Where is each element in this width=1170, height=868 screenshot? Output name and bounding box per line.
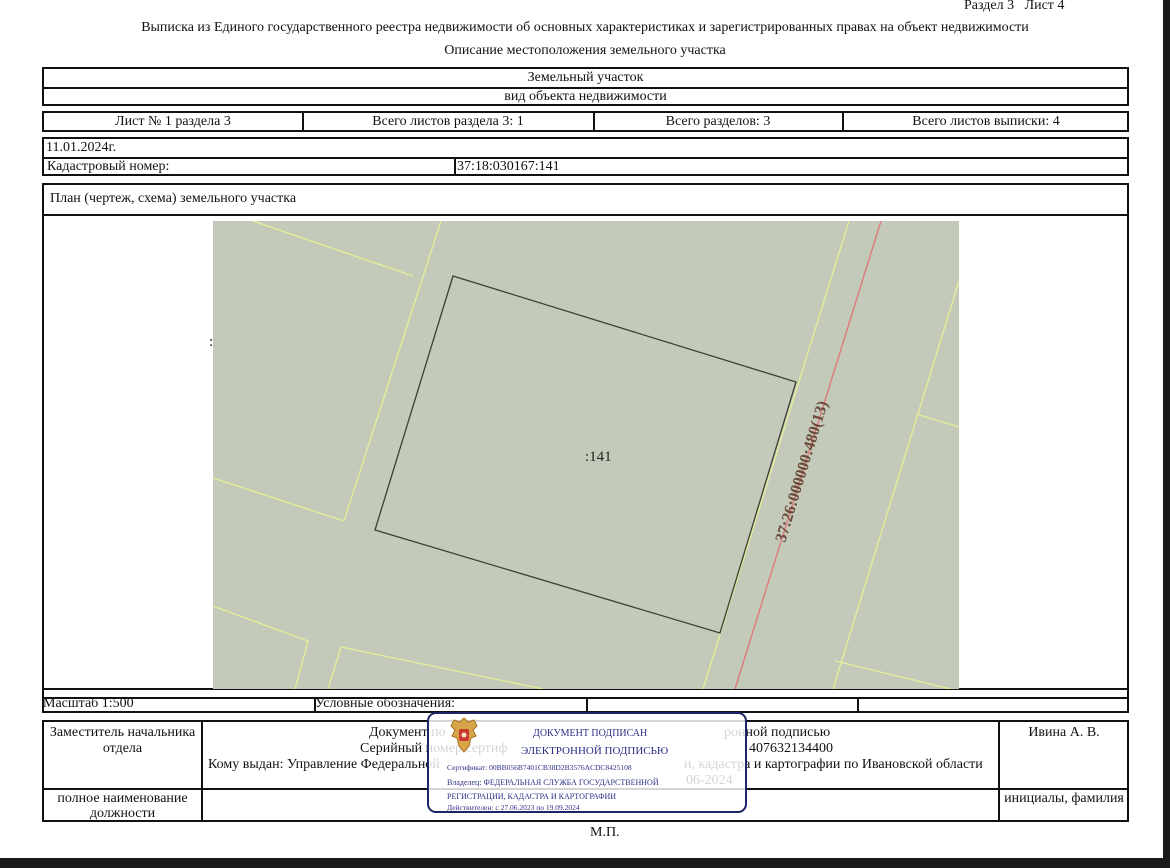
document-title: Выписка из Единого государственного реес…	[141, 20, 1029, 35]
extract-date: 11.01.2024г.	[46, 140, 117, 155]
position-title-line2: отдела	[102, 741, 143, 756]
stamp-owner-line2: РЕГИСТРАЦИИ, КАДАСТРА И КАРТОГРАФИИ	[447, 792, 617, 801]
stamp-owner: Владелец: ФЕДЕРАЛЬНАЯ СЛУЖБА ГОСУДАРСТВЕ…	[447, 778, 659, 787]
signer-name: Ивина А. В.	[1028, 725, 1100, 740]
position-title-line1: Заместитель начальника	[49, 725, 196, 740]
neighbor-line	[213, 605, 309, 689]
page-frame-right	[1163, 0, 1170, 868]
position-caption-line2: должности	[89, 806, 156, 821]
doc-signed-line3-left: Кому выдан: Управление Федеральной	[208, 757, 440, 772]
road-label: 37:26:000000:480(13)	[773, 399, 832, 544]
date-cadastral-table: 11.01.2024г. Кадастровый номер: 37:18:03…	[42, 137, 1129, 176]
object-type-table: Земельный участок вид объекта недвижимос…	[42, 67, 1129, 106]
stamp-certificate: Сертификат: 00BB056B7401CB38D2B3576ACDC8…	[447, 763, 632, 772]
parcel-map: :141 37:26:000000:480(13)	[213, 221, 959, 689]
position-caption-line1: полное наименование	[57, 791, 188, 806]
neighbor-line	[213, 477, 345, 522]
name-caption: инициалы, фамилия	[1004, 791, 1124, 806]
object-name: Земельный участок	[527, 70, 644, 85]
neighbor-line	[915, 413, 959, 428]
stamp-line2: ЭЛЕКТРОННОЙ ПОДПИСЬЮ	[521, 745, 669, 757]
total-extract-sheets: Всего листов выписки: 4	[912, 114, 1060, 129]
cadastral-number-label: Кадастровый номер:	[47, 159, 170, 174]
neighbor-line	[343, 221, 442, 522]
sheet-number: Лист № 1 раздела 3	[115, 114, 231, 129]
neighbor-line	[834, 660, 954, 689]
cadastral-number-value: 37:18:030167:141	[457, 159, 560, 174]
section-sheet-label: Раздел 3 Лист 4	[964, 0, 1065, 13]
object-kind-label: вид объекта недвижимости	[504, 89, 667, 104]
seal-place-label: М.П.	[590, 825, 620, 840]
parcel-map-drawing: :141 37:26:000000:480(13)	[213, 221, 959, 689]
neighbor-line	[832, 280, 959, 689]
total-section-sheets: Всего листов раздела 3: 1	[372, 114, 524, 129]
sheets-row: Лист № 1 раздела 3 Всего листов раздела …	[42, 111, 1129, 132]
page-frame-bottom	[0, 858, 1170, 868]
plan-title: План (чертеж, схема) земельного участка	[50, 191, 297, 206]
neighbor-line	[340, 646, 544, 689]
total-sections: Всего разделов: 3	[665, 114, 771, 129]
parcel-label: :141	[585, 449, 612, 465]
stamp-valid: Действителен: с 27.06.2023 по 19.09.2024	[447, 803, 580, 812]
legend-label: Условные обозначения:	[315, 696, 456, 711]
doc-signed-line2-right: 407632134400	[749, 741, 833, 756]
stamp-line1: ДОКУМЕНТ ПОДПИСАН	[533, 728, 648, 739]
document-subtitle: Описание местоположения земельного участ…	[444, 43, 726, 58]
scale-label: Масштаб 1:500	[43, 696, 134, 711]
neighbor-line	[252, 221, 414, 277]
neighbor-line	[327, 646, 342, 689]
coat-of-arms-icon	[450, 717, 478, 753]
electronic-signature-stamp: ДОКУМЕНТ ПОДПИСАН ЭЛЕКТРОННОЙ ПОДПИСЬЮ С…	[427, 712, 747, 813]
